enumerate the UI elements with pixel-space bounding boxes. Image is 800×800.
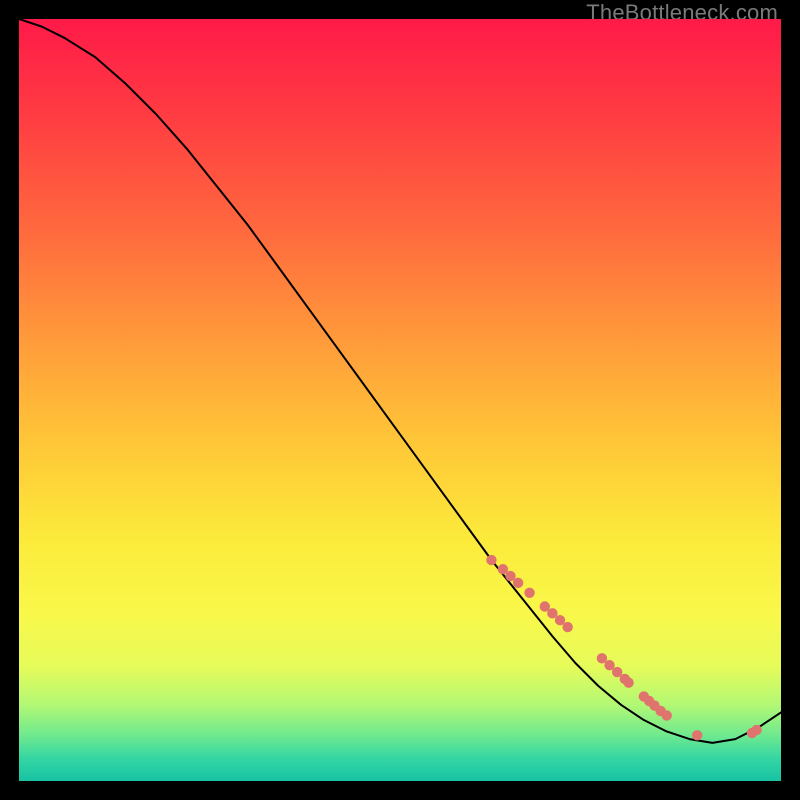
marker-point	[486, 555, 496, 565]
curve-line	[19, 19, 781, 743]
marker-point	[623, 678, 633, 688]
marker-group	[486, 555, 762, 741]
plot-area	[19, 19, 781, 781]
marker-point	[662, 710, 672, 720]
marker-point	[562, 622, 572, 632]
chart-overlay-svg	[19, 19, 781, 781]
chart-stage: TheBottleneck.com	[0, 0, 800, 800]
marker-point	[692, 730, 702, 740]
marker-point	[751, 725, 761, 735]
marker-point	[524, 588, 534, 598]
marker-point	[513, 578, 523, 588]
